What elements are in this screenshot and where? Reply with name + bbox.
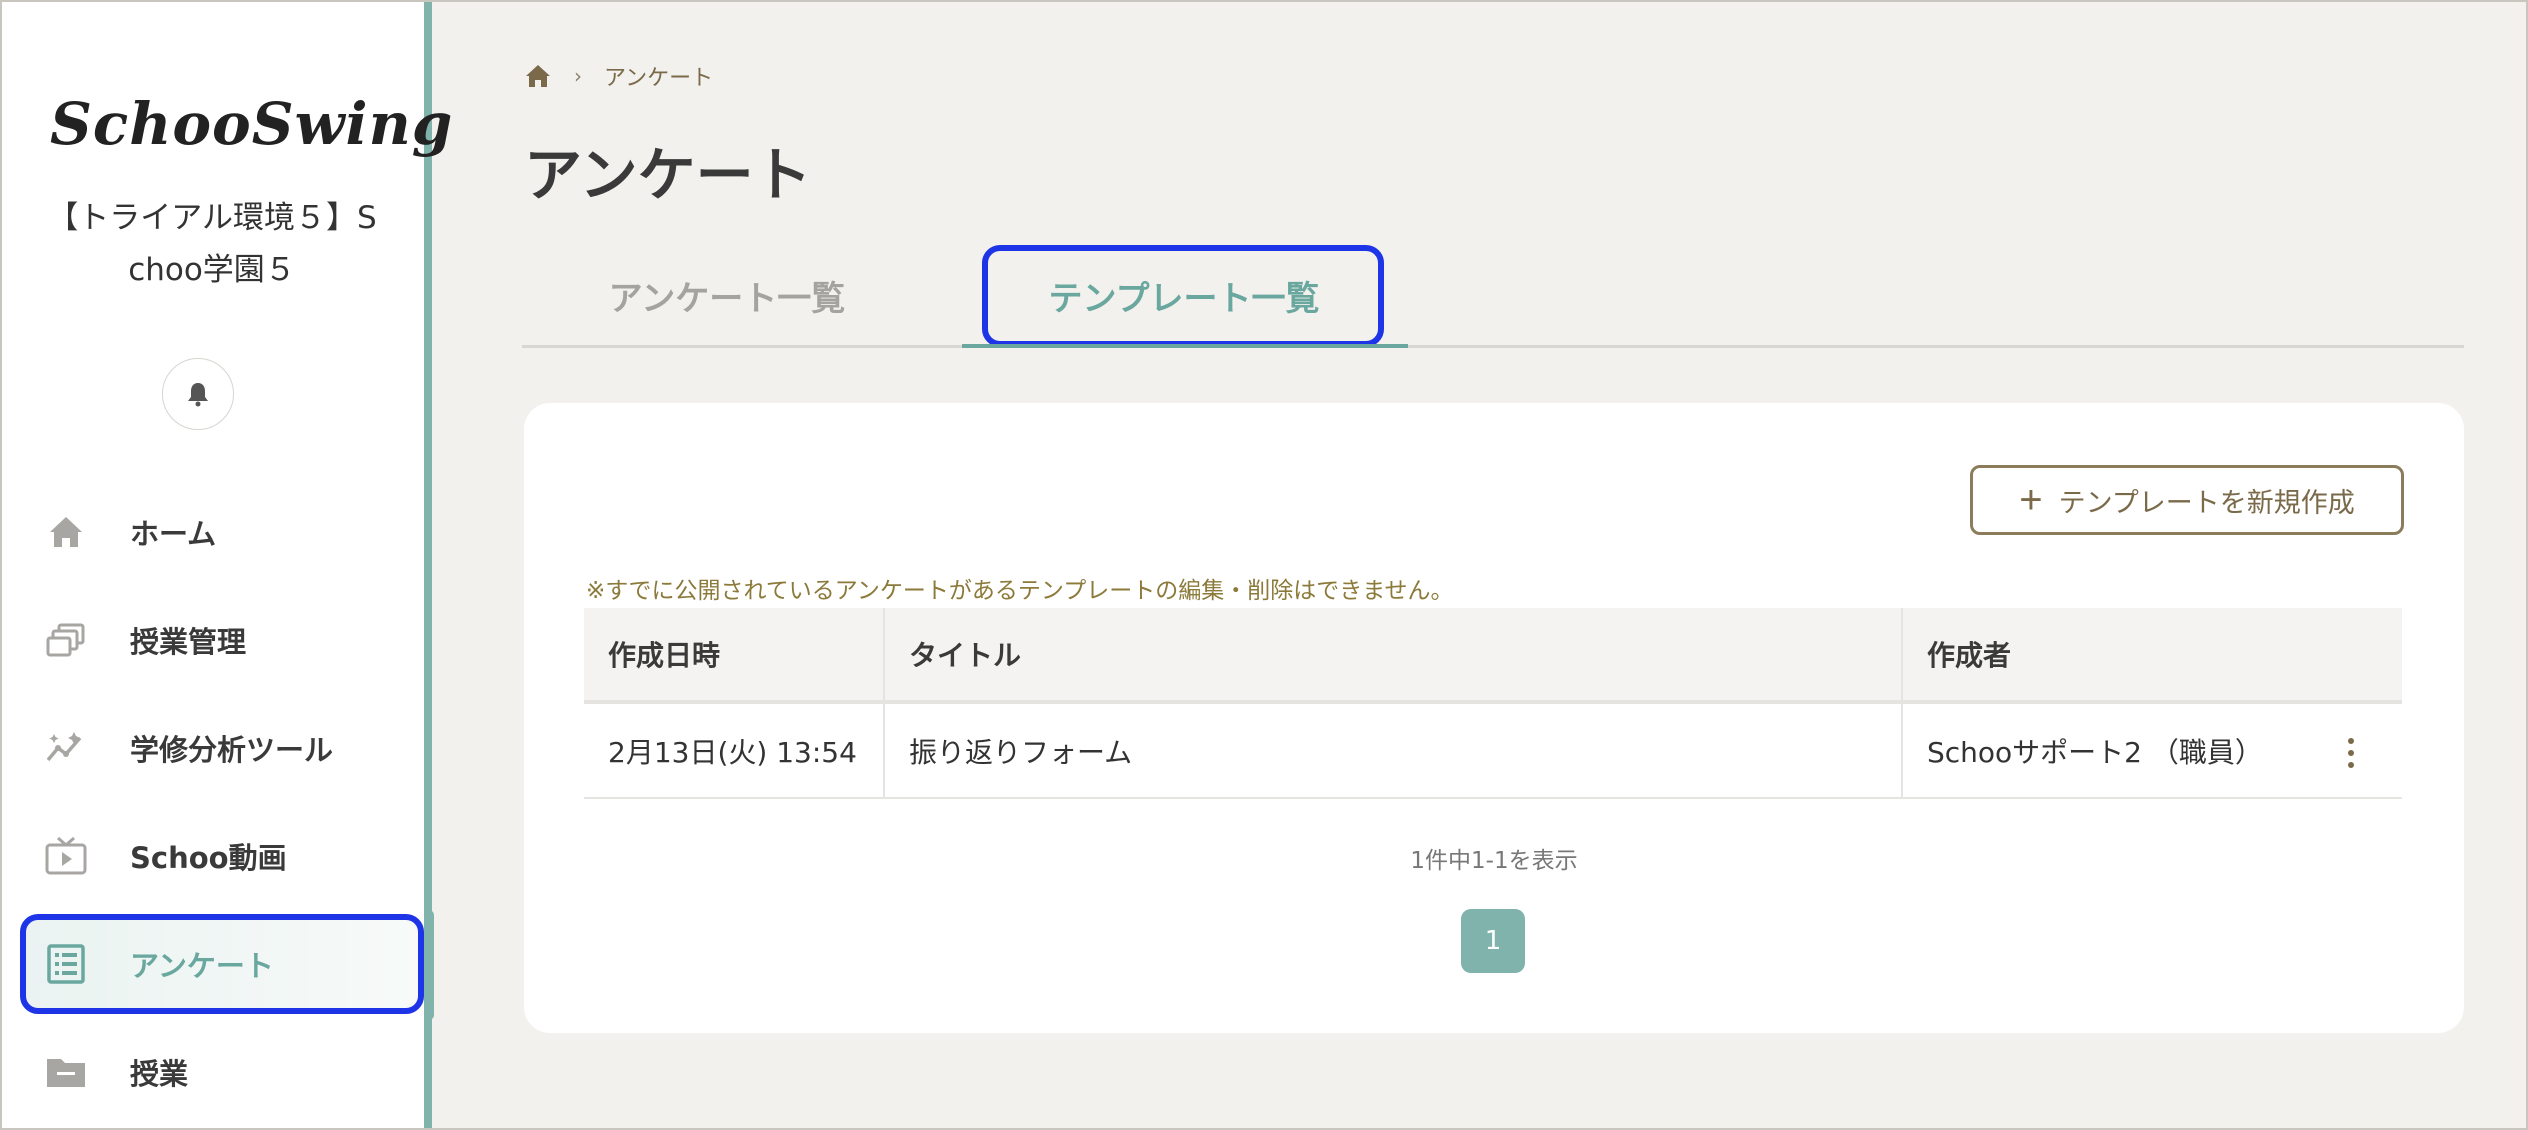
sidebar-item-class[interactable]: 授業 (20, 1022, 424, 1122)
sidebar-item-class-management[interactable]: 授業管理 (20, 590, 424, 690)
tab-template-list[interactable]: テンプレート一覧 (962, 245, 1408, 348)
result-count: 1件中1-1を表示 (1410, 848, 1578, 874)
sidebar-item-label: アンケート (130, 949, 274, 983)
column-header-date: 作成日時 (584, 608, 885, 704)
cell-date: 2月13日(火) 13:54 (584, 702, 885, 799)
notification-button[interactable] (162, 358, 234, 430)
breadcrumb: › アンケート (524, 60, 713, 92)
sidebar-resize-handle[interactable] (424, 910, 434, 1020)
new-template-button[interactable]: + テンプレートを新規作成 (1970, 465, 2404, 535)
bell-icon (188, 383, 208, 407)
organization-name: 【トライアル環境５】S choo学園５ (47, 200, 377, 288)
survey-list-icon (47, 944, 85, 984)
column-header-author: 作成者 (1902, 608, 2402, 704)
sidebar-item-home[interactable]: ホーム (20, 482, 424, 582)
table-row[interactable]: 2月13日(火) 13:54 振り返りフォーム Schooサポート2 （職員） (584, 702, 2402, 799)
tv-icon (45, 836, 87, 875)
template-list-card: + テンプレートを新規作成 ※すでに公開されているアンケートがあるテンプレートの… (524, 403, 2464, 1033)
plus-icon: + (2019, 478, 2043, 522)
notice-text: ※すでに公開されているアンケートがあるテンプレートの編集・削除はできません。 (586, 578, 1454, 604)
template-table: 作成日時 タイトル 作成者 2月13日(火) 13:54 振り返りフォーム Sc… (584, 608, 2402, 799)
column-header-title: タイトル (884, 608, 1903, 704)
home-icon[interactable] (524, 63, 552, 89)
tab-bar: アンケート一覧 テンプレート一覧 (522, 245, 2464, 348)
sidebar-item-survey[interactable]: アンケート (20, 914, 424, 1014)
active-tab-underline (962, 344, 1408, 348)
chevron-right-icon: › (574, 64, 582, 88)
page-title: アンケート (524, 141, 812, 209)
sidebar-item-label: ホーム (130, 517, 217, 551)
cell-title: 振り返りフォーム (884, 702, 1903, 799)
folder-icon (47, 1059, 85, 1087)
breadcrumb-current: アンケート (604, 66, 714, 91)
sidebar-item-schoo-video[interactable]: Schoo動画 (20, 806, 424, 906)
sidebar-item-label: 授業管理 (130, 625, 247, 659)
sidebar-item-label: Schoo動画 (130, 841, 287, 875)
table-header-row: 作成日時 タイトル 作成者 (584, 608, 2402, 704)
sidebar-item-label: 授業 (130, 1057, 189, 1091)
analytics-icon (46, 732, 82, 762)
tab-survey-list[interactable]: アンケート一覧 (562, 245, 892, 345)
class-management-icon (46, 623, 85, 657)
sidebar-item-label: 学修分析ツール (130, 733, 334, 767)
pagination-page-button[interactable]: 1 (1461, 909, 1525, 973)
cell-author: Schooサポート2 （職員） (1902, 702, 2402, 799)
sidebar: SchooSwing 【トライアル環境５】S choo学園５ ホーム 授業管理 (2, 2, 454, 1128)
logo: SchooSwing (50, 90, 454, 158)
more-options-icon[interactable] (2348, 738, 2356, 768)
sidebar-item-analytics[interactable]: 学修分析ツール (20, 698, 424, 798)
home-icon (50, 517, 82, 547)
